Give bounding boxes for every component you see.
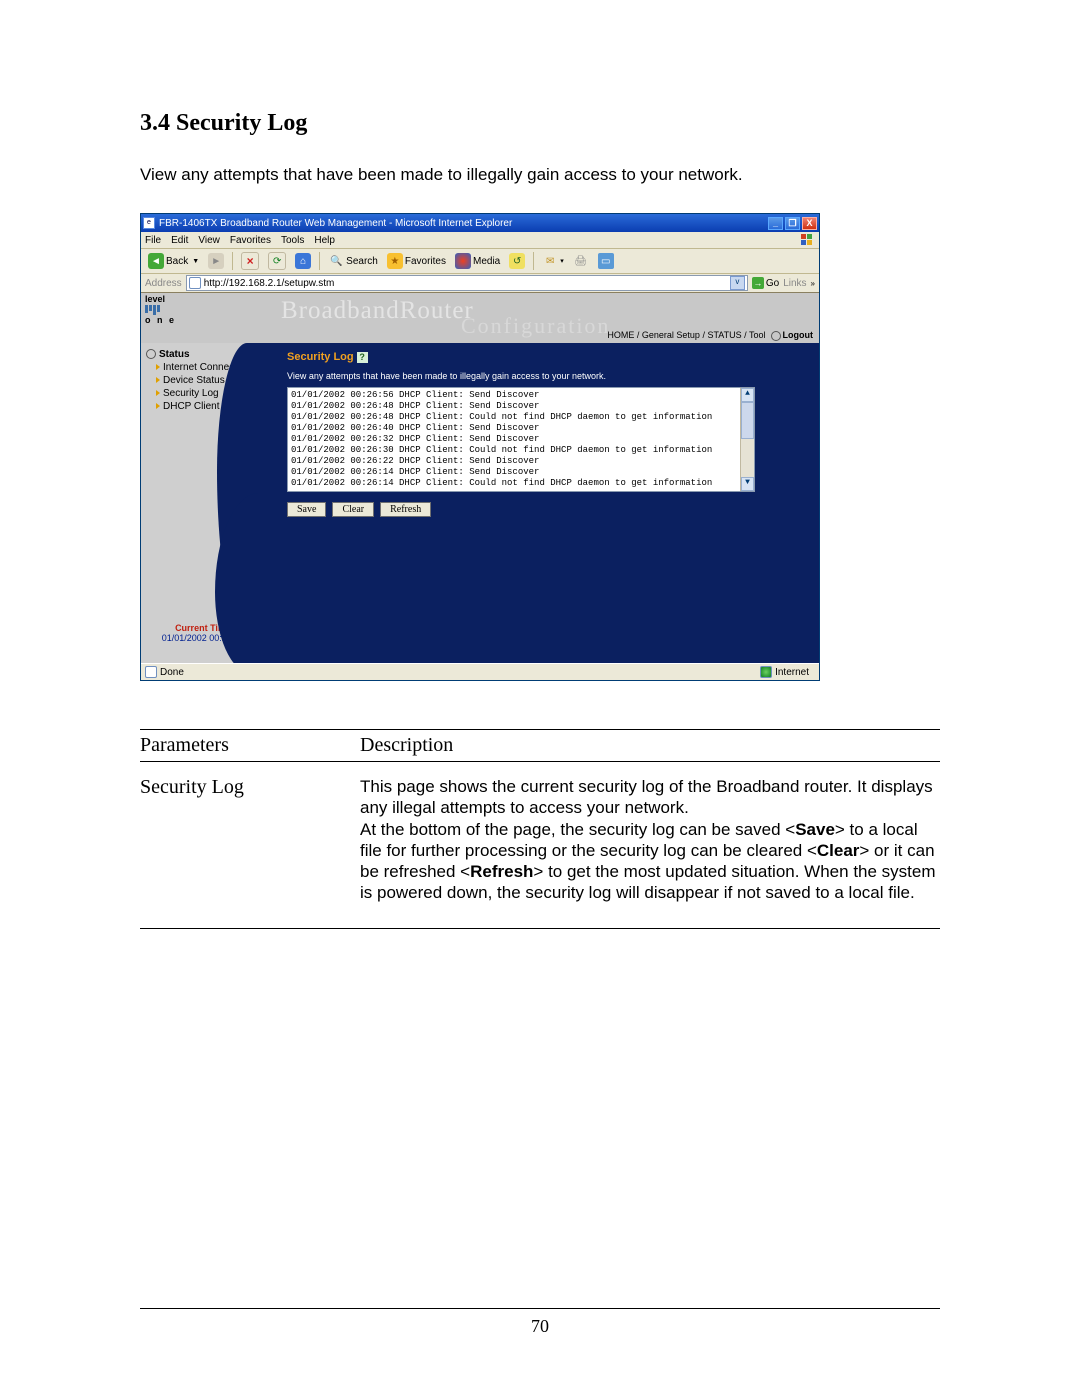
menubar: File Edit View Favorites Tools Help xyxy=(141,232,819,249)
menu-file[interactable]: File xyxy=(145,235,161,246)
links-label[interactable]: Links xyxy=(783,278,806,289)
refresh-log-button[interactable]: Refresh xyxy=(380,502,431,517)
log-line: 01/01/2002 00:26:56 DHCP Client: Send Di… xyxy=(291,390,737,401)
print-button[interactable]: 🖨 xyxy=(570,252,592,270)
log-line: 01/01/2002 00:26:30 DHCP Client: Could n… xyxy=(291,445,737,456)
window-title: FBR-1406TX Broadband Router Web Manageme… xyxy=(159,218,768,229)
forward-button[interactable]: ► xyxy=(205,252,227,270)
media-icon xyxy=(455,253,471,269)
router-page: level o n e BroadbandRouter Configuratio… xyxy=(141,293,819,663)
go-button[interactable]: →Go xyxy=(752,277,779,289)
table-row: Security Log This page shows the current… xyxy=(140,762,940,928)
back-button[interactable]: ◄Back▼ xyxy=(145,252,202,270)
scroll-down-icon[interactable]: ▼ xyxy=(741,477,754,491)
windows-flag-icon xyxy=(801,234,815,246)
page-icon xyxy=(145,666,157,678)
crumb-status[interactable]: STATUS xyxy=(707,330,741,340)
main-panel: Security Log? View any attempts that hav… xyxy=(275,343,819,663)
search-icon: 🔍 xyxy=(328,253,344,269)
crumb-tool[interactable]: Tool xyxy=(749,330,766,340)
page-icon xyxy=(189,277,201,289)
media-button[interactable]: Media xyxy=(452,252,503,270)
address-value: http://192.168.2.1/setupw.stm xyxy=(204,278,335,289)
menu-help[interactable]: Help xyxy=(314,235,335,246)
banner-subtitle: Configuration xyxy=(461,313,610,339)
address-bar: Address http://192.168.2.1/setupw.stm v … xyxy=(141,274,819,293)
address-dropdown-icon[interactable]: v xyxy=(730,276,745,290)
log-textarea[interactable]: 01/01/2002 00:26:56 DHCP Client: Send Di… xyxy=(287,387,755,492)
go-icon: → xyxy=(752,277,764,289)
search-button[interactable]: 🔍Search xyxy=(325,252,381,270)
menu-favorites[interactable]: Favorites xyxy=(230,235,271,246)
intro-text: View any attempts that have been made to… xyxy=(140,165,940,185)
panel-heading: Security Log? xyxy=(287,351,807,363)
log-line: 01/01/2002 00:26:40 DHCP Client: Send Di… xyxy=(291,423,737,434)
circle-icon xyxy=(771,331,781,341)
log-line: 01/01/2002 00:26:22 DHCP Client: Send Di… xyxy=(291,456,737,467)
log-line: 01/01/2002 00:26:32 DHCP Client: Send Di… xyxy=(291,434,737,445)
save-button[interactable]: Save xyxy=(287,502,326,517)
history-icon: ↺ xyxy=(509,253,525,269)
star-icon: ★ xyxy=(387,253,403,269)
ie-window: e FBR-1406TX Broadband Router Web Manage… xyxy=(140,213,820,681)
home-button[interactable]: ⌂ xyxy=(292,252,314,270)
refresh-button[interactable]: ⟳ xyxy=(265,251,289,271)
stop-button[interactable]: × xyxy=(238,251,262,271)
edit-icon: ▭ xyxy=(598,253,614,269)
status-text: Done xyxy=(160,667,184,678)
sidebar: Status Internet Connection Device Status… xyxy=(141,343,275,663)
mail-button[interactable]: ✉▾ xyxy=(539,252,567,270)
help-icon[interactable]: ? xyxy=(357,352,368,363)
section-title: 3.4 Security Log xyxy=(140,110,940,137)
scroll-up-icon[interactable]: ▲ xyxy=(741,388,754,402)
titlebar: e FBR-1406TX Broadband Router Web Manage… xyxy=(141,214,819,232)
address-field[interactable]: http://192.168.2.1/setupw.stm v xyxy=(186,275,748,291)
links-chevron-icon[interactable]: » xyxy=(811,279,815,288)
mail-icon: ✉ xyxy=(542,253,558,269)
status-bar: Done Internet xyxy=(141,663,819,680)
page-number: 70 xyxy=(0,1316,1080,1337)
log-line: 01/01/2002 00:26:48 DHCP Client: Could n… xyxy=(291,412,737,423)
col-description: Description xyxy=(360,734,453,757)
zone-text: Internet xyxy=(775,667,809,678)
table-header: Parameters Description xyxy=(140,730,940,761)
scroll-thumb[interactable] xyxy=(741,402,754,439)
favorites-button[interactable]: ★Favorites xyxy=(384,252,449,270)
bullet-icon xyxy=(146,349,156,359)
toolbar: ◄Back▼ ► × ⟳ ⌂ 🔍Search ★Favorites Media … xyxy=(141,249,819,274)
clear-button[interactable]: Clear xyxy=(332,502,374,517)
print-icon: 🖨 xyxy=(573,253,589,269)
router-header: level o n e BroadbandRouter Configuratio… xyxy=(141,293,819,343)
scrollbar[interactable]: ▲ ▼ xyxy=(740,388,754,491)
banner-title: BroadbandRouter xyxy=(281,297,474,325)
history-button[interactable]: ↺ xyxy=(506,252,528,270)
footer-rule xyxy=(140,1308,940,1309)
menu-view[interactable]: View xyxy=(198,235,220,246)
levelone-logo: level o n e xyxy=(145,295,176,325)
address-label: Address xyxy=(145,278,182,289)
param-desc: This page shows the current security log… xyxy=(360,776,940,904)
internet-zone-icon xyxy=(760,666,772,678)
menu-tools[interactable]: Tools xyxy=(281,235,304,246)
ie-icon: e xyxy=(143,217,155,229)
menu-edit[interactable]: Edit xyxy=(171,235,188,246)
crumb-logout[interactable]: Logout xyxy=(783,330,814,340)
breadcrumb: HOME / General Setup / STATUS / Tool Log… xyxy=(607,330,813,341)
crumb-general-setup[interactable]: General Setup xyxy=(642,330,700,340)
maximize-button[interactable]: ❐ xyxy=(785,217,800,230)
crumb-home[interactable]: HOME xyxy=(607,330,634,340)
parameters-table: Parameters Description Security Log This… xyxy=(140,729,940,929)
param-name: Security Log xyxy=(140,776,360,904)
log-line: 01/01/2002 00:26:14 DHCP Client: Send Di… xyxy=(291,467,737,478)
panel-desc: View any attempts that have been made to… xyxy=(287,371,807,381)
edit-button[interactable]: ▭ xyxy=(595,252,617,270)
close-button[interactable]: X xyxy=(802,217,817,230)
log-line: 01/01/2002 00:26:14 DHCP Client: Could n… xyxy=(291,478,737,489)
log-line: 01/01/2002 00:26:48 DHCP Client: Send Di… xyxy=(291,401,737,412)
col-parameters: Parameters xyxy=(140,734,360,757)
minimize-button[interactable]: _ xyxy=(768,217,783,230)
